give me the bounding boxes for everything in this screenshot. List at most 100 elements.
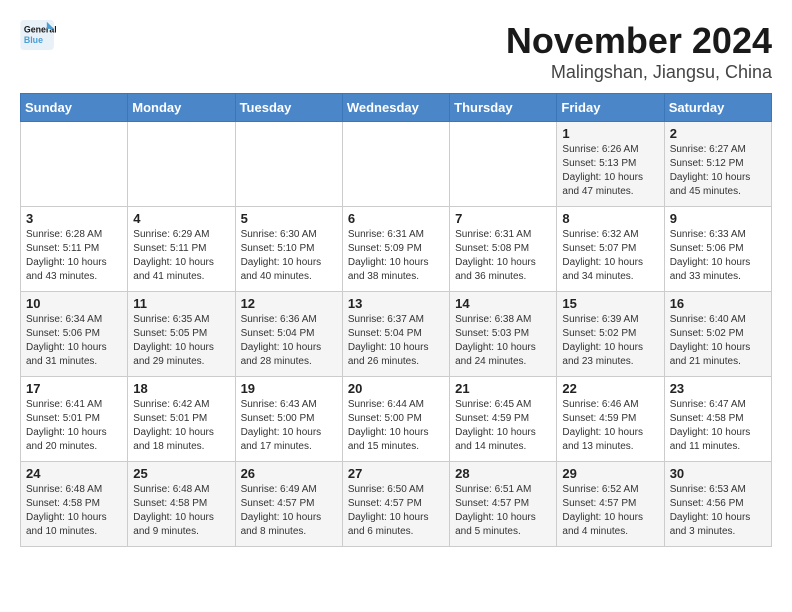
calendar-cell: 14Sunrise: 6:38 AM Sunset: 5:03 PM Dayli… xyxy=(450,292,557,377)
day-number: 26 xyxy=(241,466,337,481)
day-info: Sunrise: 6:29 AM Sunset: 5:11 PM Dayligh… xyxy=(133,228,229,284)
calendar-cell: 6Sunrise: 6:31 AM Sunset: 5:09 PM Daylig… xyxy=(342,207,449,292)
day-info: Sunrise: 6:45 AM Sunset: 4:59 PM Dayligh… xyxy=(455,398,551,454)
calendar-cell: 17 Sunrise: 6:41 AM Sunset: 5:01 PM Dayli… xyxy=(21,377,128,462)
day-number: 4 xyxy=(133,211,229,226)
day-info: Sunrise: 6:41 AM Sunset: 5:01 PM Dayligh… xyxy=(26,398,122,454)
calendar-cell: 20 Sunrise: 6:44 AM Sunset: 5:00 PM Dayli… xyxy=(342,377,449,462)
calendar-subtitle: Malingshan, Jiangsu, China xyxy=(506,62,772,83)
logo-icon: General Blue xyxy=(20,20,56,50)
day-number: 7 xyxy=(455,211,551,226)
day-number: 27 xyxy=(348,466,444,481)
calendar-cell: 25 Sunrise: 6:48 AM Sunset: 4:58 PM Dayli… xyxy=(128,462,235,547)
day-info: Sunrise: 6:43 AM Sunset: 5:00 PM Dayligh… xyxy=(241,398,337,454)
calendar-cell: 26 Sunrise: 6:49 AM Sunset: 4:57 PM Dayli… xyxy=(235,462,342,547)
calendar-cell: 8Sunrise: 6:32 AM Sunset: 5:07 PM Daylig… xyxy=(557,207,664,292)
calendar-week-4: 17 Sunrise: 6:41 AM Sunset: 5:01 PM Dayli… xyxy=(21,377,772,462)
day-number: 2 xyxy=(670,126,766,141)
calendar-cell: 2 Sunrise: 6:27 AM Sunset: 5:12 PM Daylig… xyxy=(664,122,771,207)
header-friday: Friday xyxy=(557,94,664,122)
day-info: Sunrise: 6:37 AM Sunset: 5:04 PM Dayligh… xyxy=(348,313,444,369)
day-info: Sunrise: 6:44 AM Sunset: 5:00 PM Dayligh… xyxy=(348,398,444,454)
day-info: Sunrise: 6:48 AM Sunset: 4:58 PM Dayligh… xyxy=(133,483,229,539)
day-number: 17 xyxy=(26,381,122,396)
calendar-cell: 21 Sunrise: 6:45 AM Sunset: 4:59 PM Dayli… xyxy=(450,377,557,462)
day-number: 15 xyxy=(562,296,658,311)
title-block: November 2024 Malingshan, Jiangsu, China xyxy=(506,20,772,83)
header-sunday: Sunday xyxy=(21,94,128,122)
calendar-cell xyxy=(450,122,557,207)
day-info: Sunrise: 6:50 AM Sunset: 4:57 PM Dayligh… xyxy=(348,483,444,539)
calendar-cell xyxy=(235,122,342,207)
calendar-week-2: 3Sunrise: 6:28 AM Sunset: 5:11 PM Daylig… xyxy=(21,207,772,292)
header-tuesday: Tuesday xyxy=(235,94,342,122)
calendar-cell: 4 Sunrise: 6:29 AM Sunset: 5:11 PM Daylig… xyxy=(128,207,235,292)
day-number: 18 xyxy=(133,381,229,396)
day-info: Sunrise: 6:49 AM Sunset: 4:57 PM Dayligh… xyxy=(241,483,337,539)
day-number: 20 xyxy=(348,381,444,396)
header-thursday: Thursday xyxy=(450,94,557,122)
day-info: Sunrise: 6:36 AM Sunset: 5:04 PM Dayligh… xyxy=(241,313,337,369)
day-number: 21 xyxy=(455,381,551,396)
day-info: Sunrise: 6:47 AM Sunset: 4:58 PM Dayligh… xyxy=(670,398,766,454)
calendar-cell: 1Sunrise: 6:26 AM Sunset: 5:13 PM Daylig… xyxy=(557,122,664,207)
day-info: Sunrise: 6:31 AM Sunset: 5:08 PM Dayligh… xyxy=(455,228,551,284)
calendar-title: November 2024 xyxy=(506,20,772,62)
calendar-cell: 30 Sunrise: 6:53 AM Sunset: 4:56 PM Dayli… xyxy=(664,462,771,547)
calendar-cell: 12 Sunrise: 6:36 AM Sunset: 5:04 PM Dayli… xyxy=(235,292,342,377)
header-saturday: Saturday xyxy=(664,94,771,122)
calendar-cell: 24 Sunrise: 6:48 AM Sunset: 4:58 PM Dayli… xyxy=(21,462,128,547)
calendar-cell: 15Sunrise: 6:39 AM Sunset: 5:02 PM Dayli… xyxy=(557,292,664,377)
page-header: General Blue November 2024 Malingshan, J… xyxy=(20,20,772,83)
day-info: Sunrise: 6:35 AM Sunset: 5:05 PM Dayligh… xyxy=(133,313,229,369)
day-number: 22 xyxy=(562,381,658,396)
day-number: 8 xyxy=(562,211,658,226)
day-number: 30 xyxy=(670,466,766,481)
calendar-cell: 13 Sunrise: 6:37 AM Sunset: 5:04 PM Dayli… xyxy=(342,292,449,377)
day-number: 9 xyxy=(670,211,766,226)
calendar-week-1: 1Sunrise: 6:26 AM Sunset: 5:13 PM Daylig… xyxy=(21,122,772,207)
calendar-cell: 23 Sunrise: 6:47 AM Sunset: 4:58 PM Dayli… xyxy=(664,377,771,462)
day-number: 13 xyxy=(348,296,444,311)
day-number: 1 xyxy=(562,126,658,141)
day-info: Sunrise: 6:40 AM Sunset: 5:02 PM Dayligh… xyxy=(670,313,766,369)
day-info: Sunrise: 6:51 AM Sunset: 4:57 PM Dayligh… xyxy=(455,483,551,539)
day-info: Sunrise: 6:46 AM Sunset: 4:59 PM Dayligh… xyxy=(562,398,658,454)
calendar-cell: 5Sunrise: 6:30 AM Sunset: 5:10 PM Daylig… xyxy=(235,207,342,292)
calendar-cell: 11Sunrise: 6:35 AM Sunset: 5:05 PM Dayli… xyxy=(128,292,235,377)
day-number: 16 xyxy=(670,296,766,311)
day-number: 28 xyxy=(455,466,551,481)
day-info: Sunrise: 6:27 AM Sunset: 5:12 PM Dayligh… xyxy=(670,143,766,199)
svg-text:Blue: Blue xyxy=(24,35,43,45)
day-number: 19 xyxy=(241,381,337,396)
calendar-cell: 3Sunrise: 6:28 AM Sunset: 5:11 PM Daylig… xyxy=(21,207,128,292)
day-info: Sunrise: 6:52 AM Sunset: 4:57 PM Dayligh… xyxy=(562,483,658,539)
calendar-cell: 27 Sunrise: 6:50 AM Sunset: 4:57 PM Dayli… xyxy=(342,462,449,547)
logo: General Blue xyxy=(20,20,56,50)
day-number: 25 xyxy=(133,466,229,481)
day-info: Sunrise: 6:34 AM Sunset: 5:06 PM Dayligh… xyxy=(26,313,122,369)
day-number: 23 xyxy=(670,381,766,396)
calendar-week-5: 24 Sunrise: 6:48 AM Sunset: 4:58 PM Dayli… xyxy=(21,462,772,547)
svg-text:General: General xyxy=(24,24,56,34)
day-number: 6 xyxy=(348,211,444,226)
day-info: Sunrise: 6:42 AM Sunset: 5:01 PM Dayligh… xyxy=(133,398,229,454)
calendar-cell: 10 Sunrise: 6:34 AM Sunset: 5:06 PM Dayli… xyxy=(21,292,128,377)
calendar-cell xyxy=(21,122,128,207)
day-number: 29 xyxy=(562,466,658,481)
calendar-cell: 7 Sunrise: 6:31 AM Sunset: 5:08 PM Daylig… xyxy=(450,207,557,292)
day-info: Sunrise: 6:33 AM Sunset: 5:06 PM Dayligh… xyxy=(670,228,766,284)
day-info: Sunrise: 6:48 AM Sunset: 4:58 PM Dayligh… xyxy=(26,483,122,539)
calendar-cell: 19 Sunrise: 6:43 AM Sunset: 5:00 PM Dayli… xyxy=(235,377,342,462)
day-number: 12 xyxy=(241,296,337,311)
calendar-week-3: 10 Sunrise: 6:34 AM Sunset: 5:06 PM Dayli… xyxy=(21,292,772,377)
calendar-cell: 9 Sunrise: 6:33 AM Sunset: 5:06 PM Daylig… xyxy=(664,207,771,292)
calendar-cell xyxy=(342,122,449,207)
calendar-cell xyxy=(128,122,235,207)
day-number: 24 xyxy=(26,466,122,481)
day-number: 10 xyxy=(26,296,122,311)
calendar-cell: 22 Sunrise: 6:46 AM Sunset: 4:59 PM Dayli… xyxy=(557,377,664,462)
day-number: 3 xyxy=(26,211,122,226)
day-info: Sunrise: 6:53 AM Sunset: 4:56 PM Dayligh… xyxy=(670,483,766,539)
calendar-table: Sunday Monday Tuesday Wednesday Thursday… xyxy=(20,93,772,547)
